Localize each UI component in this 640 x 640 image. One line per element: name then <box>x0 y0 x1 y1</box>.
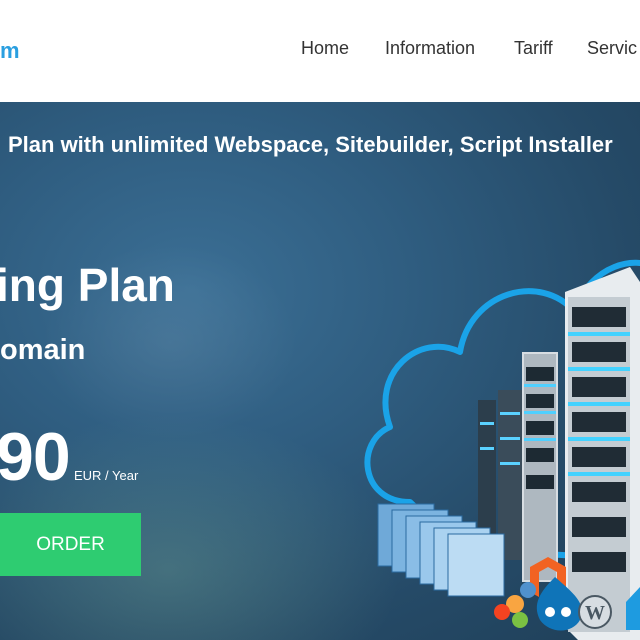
price-value: 90 <box>0 419 71 495</box>
server-rack-icon <box>565 267 640 640</box>
order-button[interactable]: ORDER <box>0 513 141 576</box>
hero-banner: Plan with unlimited Webspace, Sitebuilde… <box>0 102 640 640</box>
main-nav: Home Information Tariff Servic <box>0 38 640 62</box>
hero-tagline: Plan with unlimited Webspace, Sitebuilde… <box>8 132 613 157</box>
price-unit: EUR / Year <box>74 468 139 483</box>
nav-item-tariff[interactable]: Tariff <box>514 38 553 59</box>
hosting-illustration: W <box>364 259 640 640</box>
site-header: m Home Information Tariff Servic <box>0 0 640 102</box>
plan-subtitle: omain <box>0 334 86 366</box>
server-rack-icon <box>522 352 558 582</box>
nav-item-services[interactable]: Servic <box>587 38 637 59</box>
wordpress-icon: W <box>578 595 612 629</box>
nav-item-information[interactable]: Information <box>385 38 475 59</box>
plan-title: ing Plan <box>0 259 175 311</box>
svg-text:W: W <box>585 602 605 624</box>
nav-item-home[interactable]: Home <box>301 38 349 59</box>
